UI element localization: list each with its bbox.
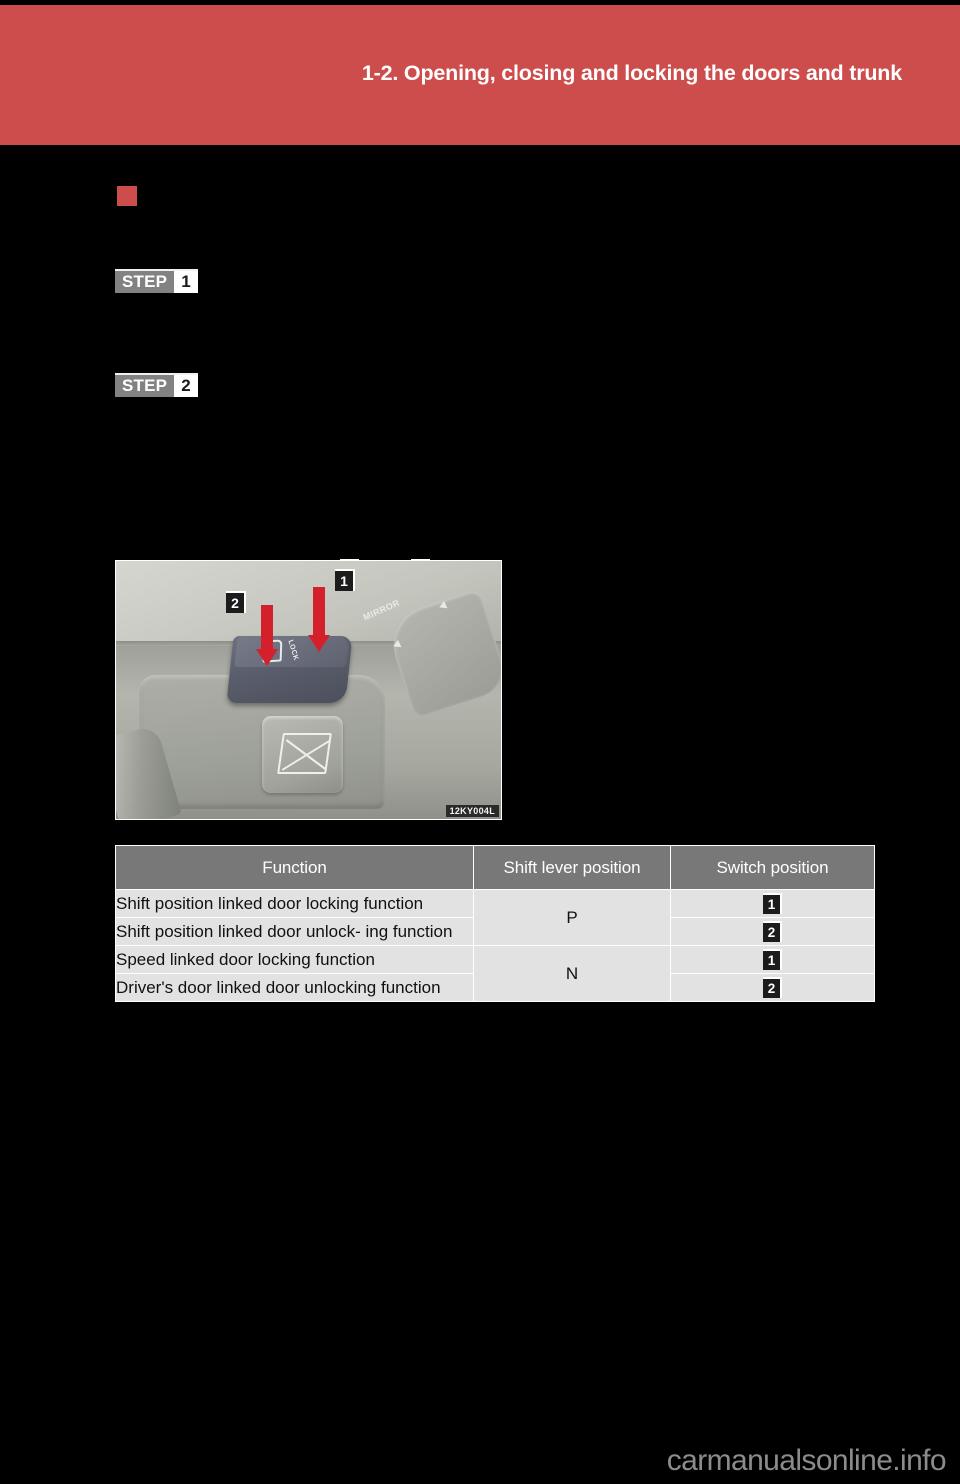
figure-reference-code: 12KY004L — [445, 805, 499, 817]
table-row: Shift position linked door locking funct… — [115, 889, 875, 946]
step-badge-2: STEP 2 — [115, 373, 198, 397]
cell-shift-position: P — [472, 889, 672, 946]
arrow-head — [308, 635, 330, 652]
arrow-head — [256, 649, 278, 666]
cell-switch-position: 1 — [670, 889, 875, 918]
column-header-function: Function — [115, 845, 474, 890]
step-number: 1 — [173, 271, 198, 293]
switch-position-marker: 1 — [763, 893, 782, 914]
cell-function: Shift position linked door locking funct… — [115, 889, 474, 918]
step-label: STEP — [115, 375, 174, 397]
table-row: Speed linked door locking function N 1 — [115, 945, 875, 1002]
page-content: STEP 1 STEP 2 1 2 LOCK MIRROR — [0, 145, 960, 1484]
table-body: Shift position linked door locking funct… — [115, 889, 875, 1002]
table-header: Function Shift lever position Switch pos… — [115, 845, 875, 890]
cell-function: Driver's door linked door unlocking func… — [115, 973, 474, 1002]
switch-position-marker: 1 — [763, 949, 782, 970]
site-watermark: carmanualsonline.info — [666, 1444, 947, 1477]
figure-marker-1: 1 — [335, 569, 355, 591]
section-bullet-icon — [117, 186, 137, 206]
door-lock-switch-illustration: LOCK MIRROR 1 2 12KY004L — [115, 560, 502, 820]
step-label: STEP — [115, 271, 174, 293]
step-badge-1: STEP 1 — [115, 269, 198, 293]
function-shift-switch-table: Function Shift lever position Switch pos… — [115, 845, 875, 1002]
arrow-shaft — [261, 605, 273, 649]
cell-shift-position: N — [472, 945, 672, 1002]
step-number: 2 — [173, 375, 198, 397]
page-header-band: 1-2. Opening, closing and locking the do… — [0, 5, 960, 145]
figure-marker-2: 2 — [226, 591, 246, 613]
table-header-row: Function Shift lever position Switch pos… — [115, 845, 875, 890]
switch-position-marker: 2 — [763, 921, 782, 942]
door-lock-switch: LOCK — [226, 635, 353, 703]
switch-position-marker: 2 — [763, 977, 782, 998]
mirror-fold-icon — [277, 732, 333, 774]
cell-function: Shift position linked door unlock- ing f… — [115, 917, 474, 946]
column-header-shift-lever-position: Shift lever position — [472, 845, 672, 890]
arrow-shaft — [313, 587, 325, 635]
mirror-fold-button — [262, 715, 344, 794]
page-title: 1-2. Opening, closing and locking the do… — [361, 61, 902, 85]
column-header-switch-position: Switch position — [670, 845, 875, 890]
cell-switch-position: 2 — [670, 917, 875, 946]
cell-switch-position: 2 — [670, 973, 875, 1002]
cell-switch-position: 1 — [670, 945, 875, 974]
cell-function: Speed linked door locking function — [115, 945, 474, 974]
